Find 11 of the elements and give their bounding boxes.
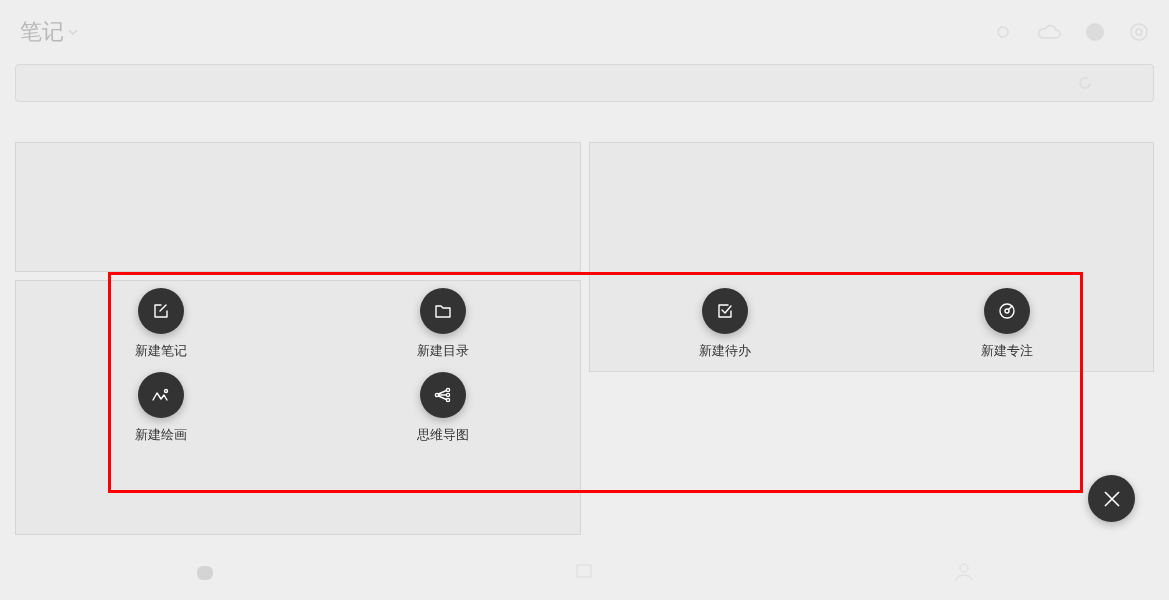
- target-icon: [998, 302, 1016, 320]
- mountain-icon: [152, 388, 170, 402]
- close-icon: [1102, 489, 1121, 508]
- chevron-down-icon[interactable]: [68, 28, 78, 36]
- edit-icon: [153, 303, 169, 319]
- folder-icon: [434, 303, 452, 319]
- note-card[interactable]: [15, 280, 581, 535]
- note-card[interactable]: [588, 142, 1154, 372]
- close-button[interactable]: [1088, 475, 1135, 522]
- checkbox-icon: [717, 303, 733, 319]
- mindmap-icon: [434, 387, 452, 403]
